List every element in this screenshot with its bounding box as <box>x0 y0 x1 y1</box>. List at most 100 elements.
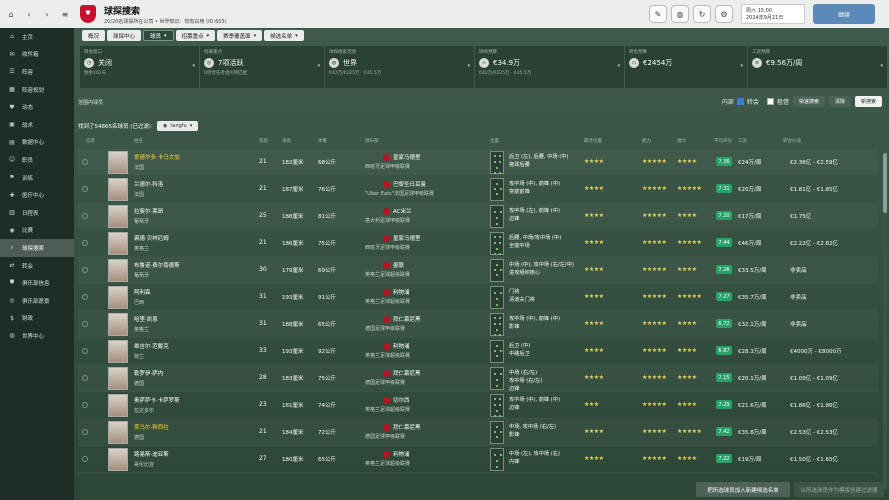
refresh-icon[interactable]: ↻ <box>693 5 711 23</box>
player-name[interactable]: 阿利森 <box>134 288 151 296</box>
sidebar-item-dynamics[interactable]: ♥ 动态 <box>0 98 74 116</box>
player-name[interactable]: 兰德尔·科洛 <box>134 180 163 188</box>
col-name[interactable]: 姓名 <box>134 138 143 144</box>
home-nav-icon[interactable]: ⌂ <box>4 7 18 21</box>
col-position[interactable]: 位置 <box>490 138 499 144</box>
sidebar-item-tactics[interactable]: ▣ 战术 <box>0 116 74 134</box>
col-info[interactable]: 信息 <box>86 138 95 144</box>
player-club[interactable]: 曼联 <box>383 261 404 269</box>
back-icon[interactable]: ‹ <box>22 7 36 21</box>
sidebar-item-calendar[interactable]: ▥ 日程表 <box>0 204 74 222</box>
col-pa[interactable]: 潜力 <box>677 138 686 144</box>
player-club[interactable]: 利物浦 <box>383 288 410 296</box>
create-filter-button[interactable]: 以所选球员作为模版创建过滤器 <box>794 482 884 497</box>
table-row[interactable]: 路易斯·迪亚斯 哥伦比亚 27 180厘米 65公斤 利物浦 英格兰足球超级联赛 中场 (左)… <box>78 446 878 473</box>
scrollbar-thumb[interactable] <box>883 153 887 213</box>
tab-0[interactable]: 概况 <box>82 30 106 41</box>
player-photo[interactable] <box>108 394 128 417</box>
row-select-radio[interactable] <box>82 186 88 192</box>
row-select-radio[interactable] <box>82 159 88 165</box>
table-row[interactable]: 哈里·凯恩 英格兰 31 188厘米 65公斤 拜仁慕尼黑 德国足球甲级联赛 攻中场 (中),… <box>78 311 878 338</box>
world-icon[interactable]: ◍ <box>671 5 689 23</box>
table-row[interactable]: 布鲁诺·费尔南德斯 葡萄牙 30 179厘米 69公斤 曼联 英格兰足球超级联赛 中场 (中)… <box>78 257 878 284</box>
table-row[interactable]: 爱德华多·卡马文加 法国 21 182厘米 68公斤 皇家马德里 西班牙足球甲级联赛 后卫 (… <box>78 149 878 176</box>
player-club[interactable]: 拜仁慕尼黑 <box>383 315 421 323</box>
player-name[interactable]: 布鲁诺·费尔南德斯 <box>134 261 180 269</box>
sidebar-item-data[interactable]: ▤ 数据中心 <box>0 134 74 152</box>
tab-4[interactable]: 赛季覆盖面 ▾ <box>217 30 263 41</box>
sidebar-item-scouting[interactable]: ⌕ 球探搜索 <box>0 239 74 257</box>
sidebar-item-transfer[interactable]: ⇄ 转会 <box>0 257 74 275</box>
settings-icon[interactable]: ⚙ <box>715 5 733 23</box>
transfer-checkbox[interactable] <box>736 98 744 105</box>
filter-card-wallet[interactable]: 转会预算 ▭ €2454万 ▾ <box>625 46 748 88</box>
player-photo[interactable] <box>108 340 128 363</box>
tab-3[interactable]: 招募重点 ▾ <box>175 30 216 41</box>
sidebar-item-inbox[interactable]: ✉ 收件箱 <box>0 46 74 64</box>
sidebar-item-squad[interactable]: ☰ 阵容 <box>0 63 74 81</box>
player-club[interactable]: 利物浦 <box>383 450 410 458</box>
new-search-button[interactable]: 新搜索 <box>854 96 882 107</box>
filter-card-binoculars[interactable]: 球探预算 ∞ €34.9万 €42万/€225万 · €45.5万 ▾ <box>475 46 625 88</box>
col-value[interactable]: 转会价值 <box>783 138 801 144</box>
table-row[interactable]: 兰德尔·科洛 法国 21 187厘米 76公斤 巴黎圣日耳曼 "Uber Eats"法国足球… <box>78 176 878 203</box>
date-display[interactable]: 周六 15:00 2024年9月21日 <box>741 4 805 24</box>
player-name[interactable]: 拉斐尔·莱昂 <box>134 207 163 215</box>
table-row[interactable]: 拉斐尔·莱昂 葡萄牙 25 188厘米 81公斤 AC米兰 意大利足球甲级联赛 攻中场 (左)… <box>78 203 878 230</box>
sidebar-item-vision[interactable]: ◎ 俱乐部愿景 <box>0 292 74 310</box>
row-select-radio[interactable] <box>82 267 88 273</box>
filter-pill[interactable]: ◉ tangfu ▾ <box>157 121 199 131</box>
filter-card-globe[interactable]: 球探搜索范围 ◍ 世界 €42万/€225万 · €45.5万 ▾ <box>325 46 475 88</box>
player-photo[interactable] <box>108 178 128 201</box>
col-weight[interactable]: 体重 <box>318 138 327 144</box>
player-club[interactable]: 拜仁慕尼黑 <box>383 423 421 431</box>
player-photo[interactable] <box>108 259 128 282</box>
player-club[interactable]: 皇家马德里 <box>383 153 421 161</box>
continue-button[interactable]: 继续 <box>813 4 875 24</box>
table-row[interactable]: 阿利森 巴西 31 193厘米 91公斤 利物浦 英格兰足球超级联赛 门将 清道夫门将 ★★★★… <box>78 284 878 311</box>
player-name[interactable]: 维吉尔·范戴克 <box>134 342 169 350</box>
player-name[interactable]: 奥萨萨卡·卡萨罗斯 <box>134 396 180 404</box>
filter-card-target[interactable]: 招募重点 ◎ 7项活跃 0项优先考虑/0项匹配 ▾ <box>200 46 325 88</box>
player-club[interactable]: AC米兰 <box>383 207 412 215</box>
row-select-radio[interactable] <box>82 456 88 462</box>
sidebar-item-club-info[interactable]: ⛊ 俱乐部信息 <box>0 274 74 292</box>
row-select-radio[interactable] <box>82 402 88 408</box>
club-logo[interactable]: ⛊ <box>80 5 96 23</box>
filter-card-wage[interactable]: 工资预算 ≡ €9.56万/周 ▾ <box>748 46 888 88</box>
table-row[interactable]: 贾马尔·穆西拉 德国 21 184厘米 72公斤 拜仁慕尼黑 德国足球甲级联赛 中场, 攻中场… <box>78 419 878 446</box>
row-select-radio[interactable] <box>82 240 88 246</box>
quick-search-button[interactable]: 快速搜索 <box>792 96 825 107</box>
player-name[interactable]: 裘德·贝林厄姆 <box>134 234 169 242</box>
filter-card-clock[interactable]: 转会窗口 ◷ 关闭 剩余102天 ▾ <box>80 46 200 88</box>
player-club[interactable]: 拜仁慕尼黑 <box>383 369 421 377</box>
add-to-shortlist-button[interactable]: 把所选球员加入新建候选名单 <box>696 482 790 497</box>
sidebar-item-training[interactable]: ⚑ 训练 <box>0 169 74 187</box>
tab-1[interactable]: 球探中心 <box>107 30 142 41</box>
table-row[interactable]: 裘德·贝林厄姆 英格兰 21 186厘米 75公斤 皇家马德里 西班牙足球甲级联赛 后腰, 中… <box>78 230 878 257</box>
sidebar-item-match[interactable]: ◉ 比赛 <box>0 222 74 240</box>
sidebar-item-medical[interactable]: ✚ 医疗中心 <box>0 186 74 204</box>
menu-icon[interactable]: ≡ <box>58 7 72 21</box>
table-row[interactable]: 勒罗伊·萨内 德国 28 183厘米 75公斤 拜仁慕尼黑 德国足球甲级联赛 中场 (右/左)… <box>78 365 878 392</box>
player-club[interactable]: 切尔西 <box>383 396 410 404</box>
table-row[interactable]: 维吉尔·范戴克 荷兰 33 193厘米 92公斤 利物浦 英格兰足球超级联赛 后卫 (中) 中… <box>78 338 878 365</box>
player-photo[interactable] <box>108 367 128 390</box>
player-photo[interactable] <box>108 232 128 255</box>
player-name[interactable]: 路易斯·迪亚斯 <box>134 450 169 458</box>
clear-button[interactable]: 清除 <box>828 96 851 107</box>
row-select-radio[interactable] <box>82 321 88 327</box>
sidebar-item-home[interactable]: ⌂ 主页 <box>0 28 74 46</box>
col-age[interactable]: 年龄 <box>259 138 268 144</box>
tab-2[interactable]: 球员 ▾ <box>143 30 174 41</box>
sidebar-item-finance[interactable]: $ 财政 <box>0 310 74 328</box>
player-club[interactable]: 巴黎圣日耳曼 <box>383 180 426 188</box>
row-select-radio[interactable] <box>82 375 88 381</box>
col-role[interactable]: 最佳位置 <box>584 138 602 144</box>
player-photo[interactable] <box>108 286 128 309</box>
sidebar-item-world[interactable]: ◍ 世界中心 <box>0 327 74 345</box>
player-photo[interactable] <box>108 313 128 336</box>
player-name[interactable]: 爱德华多·卡马文加 <box>134 153 180 161</box>
sidebar-item-staff[interactable]: ☺ 职员 <box>0 151 74 169</box>
player-photo[interactable] <box>108 151 128 174</box>
